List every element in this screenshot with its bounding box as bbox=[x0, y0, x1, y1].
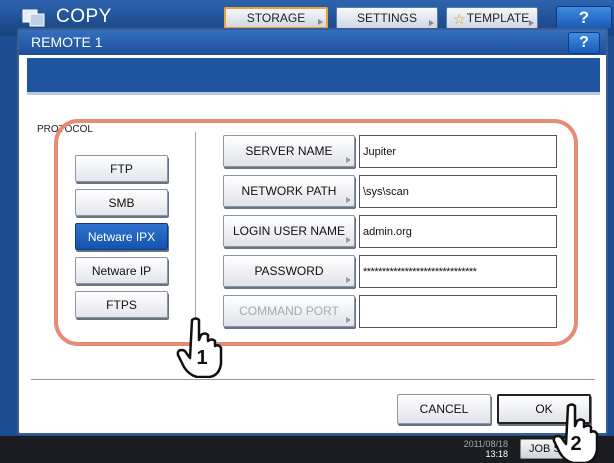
protocol-label-text: FTP bbox=[110, 161, 133, 176]
dialog-message-band bbox=[27, 58, 600, 92]
field-label: SERVER NAME bbox=[245, 144, 333, 158]
protocol-smb-button[interactable]: SMB bbox=[75, 189, 168, 216]
network-path-button[interactable]: NETWORK PATH bbox=[223, 175, 355, 207]
arrow-icon bbox=[346, 157, 351, 163]
command-port-button: COMMAND PORT bbox=[223, 295, 355, 327]
arrow-icon bbox=[529, 20, 534, 26]
clock: 2011/08/18 13:18 bbox=[448, 439, 508, 459]
dialog-header: REMOTE 1 ? bbox=[19, 30, 606, 55]
cancel-button[interactable]: CANCEL bbox=[397, 394, 491, 424]
ok-button[interactable]: OK bbox=[497, 394, 591, 424]
field-label: PASSWORD bbox=[254, 264, 324, 278]
protocol-netware-ip-button[interactable]: Netware IP bbox=[75, 257, 168, 284]
server-name-button[interactable]: SERVER NAME bbox=[223, 135, 355, 167]
protocol-ftps-button[interactable]: FTPS bbox=[75, 291, 168, 318]
protocol-label-text: FTPS bbox=[106, 297, 137, 312]
divider bbox=[195, 132, 196, 354]
protocol-label-text: Netware IPX bbox=[87, 229, 156, 244]
command-port-field bbox=[359, 295, 557, 328]
cancel-label: CANCEL bbox=[419, 402, 469, 416]
help-icon: ? bbox=[579, 34, 589, 51]
settings-label: SETTINGS bbox=[356, 11, 417, 25]
protocol-netware-ipx-button[interactable]: Netware IPX bbox=[75, 223, 168, 250]
arrow-icon bbox=[346, 277, 351, 283]
field-label: COMMAND PORT bbox=[239, 304, 339, 318]
protocol-label: PROTOCOL bbox=[37, 124, 93, 135]
dialog-title: REMOTE 1 bbox=[31, 34, 103, 50]
network-path-field[interactable]: \sys\scan bbox=[359, 175, 557, 208]
divider bbox=[27, 92, 600, 95]
field-label: NETWORK PATH bbox=[241, 184, 337, 198]
arrow-icon bbox=[346, 317, 351, 323]
divider bbox=[31, 379, 595, 380]
clock-date: 2011/08/18 bbox=[463, 439, 508, 449]
protocol-label-text: SMB bbox=[108, 195, 135, 210]
star-icon: ☆ bbox=[453, 11, 466, 27]
arrow-icon bbox=[346, 237, 351, 243]
arrow-icon bbox=[346, 197, 351, 203]
help-icon: ? bbox=[578, 8, 590, 27]
password-button[interactable]: PASSWORD bbox=[223, 255, 355, 287]
copy-app-icon bbox=[22, 9, 45, 27]
arrow-icon bbox=[429, 20, 434, 26]
remote-dialog: REMOTE 1 ? PROTOCOL FTP SMB Netware IPX … bbox=[17, 28, 608, 435]
help-button[interactable]: ? bbox=[556, 6, 612, 30]
clock-time: 13:18 bbox=[485, 449, 508, 459]
job-status-label: JOB ST bbox=[529, 443, 568, 455]
template-label: TEMPLATE bbox=[466, 11, 530, 25]
password-field[interactable]: ****************************** bbox=[359, 255, 557, 288]
login-user-name-button[interactable]: LOGIN USER NAME bbox=[223, 215, 355, 247]
arrow-icon bbox=[318, 19, 323, 25]
dialog-help-button[interactable]: ? bbox=[568, 32, 600, 54]
storage-button[interactable]: STORAGE bbox=[224, 7, 328, 29]
settings-button[interactable]: SETTINGS bbox=[336, 7, 438, 29]
protocol-label-text: Netware IP bbox=[91, 263, 152, 278]
job-status-button[interactable]: JOB ST bbox=[520, 439, 590, 459]
server-name-field[interactable]: Jupiter bbox=[359, 135, 557, 168]
app-title: COPY bbox=[56, 6, 112, 27]
storage-label: STORAGE bbox=[246, 11, 306, 25]
protocol-ftp-button[interactable]: FTP bbox=[75, 155, 168, 182]
template-button[interactable]: ☆ TEMPLATE bbox=[446, 7, 538, 29]
login-user-name-field[interactable]: admin.org bbox=[359, 215, 557, 248]
field-label: LOGIN USER NAME bbox=[232, 224, 346, 238]
ok-label: OK bbox=[535, 402, 553, 416]
